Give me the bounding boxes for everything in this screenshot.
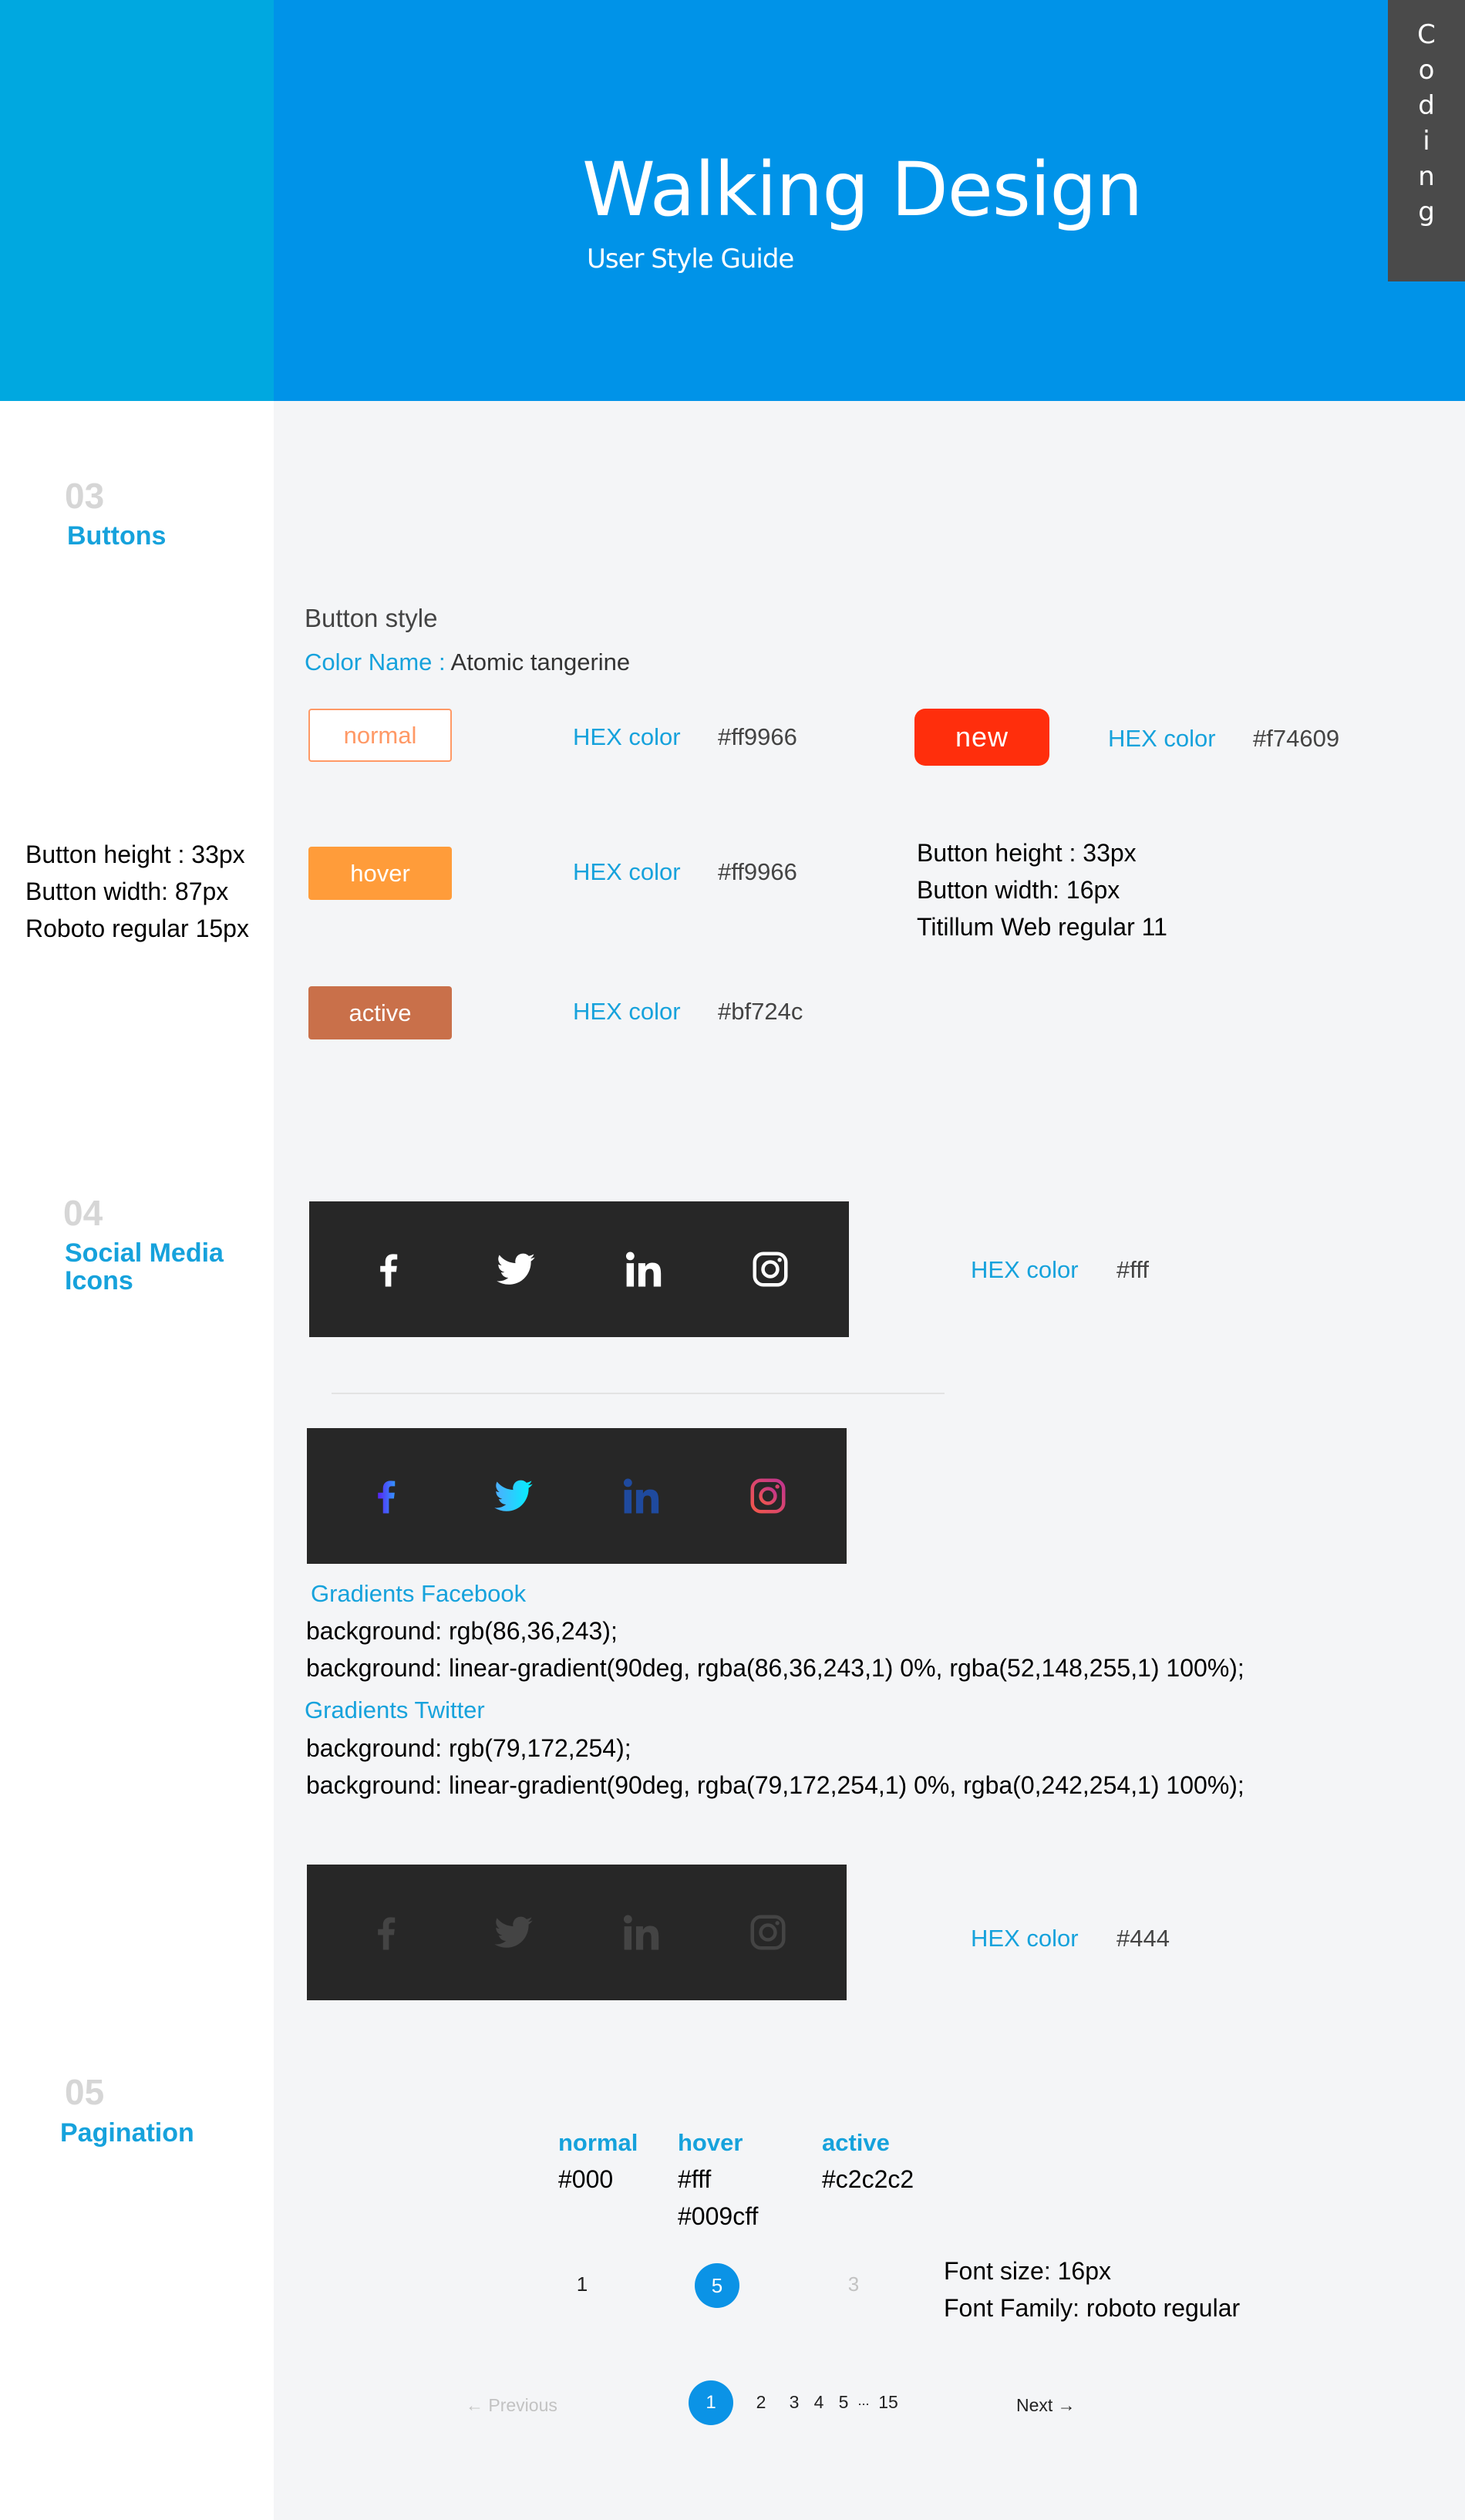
hex-value: #f74609 (1253, 725, 1340, 752)
state-label-normal: normal (558, 2129, 638, 2156)
state-label-hover: hover (678, 2129, 743, 2156)
coding-letter: C (1417, 19, 1436, 50)
hex-label: HEX color (573, 723, 681, 750)
section-title: Social Media Icons (65, 1239, 224, 1295)
spec-line: Titillum Web regular 11 (917, 913, 1167, 941)
linkedin-icon[interactable] (620, 1475, 662, 1517)
hex-label: HEX color (971, 1256, 1079, 1283)
social-bar-dark (307, 1865, 847, 2000)
state-value-normal: #000 (558, 2165, 614, 2193)
hex-value: #fff (1116, 1256, 1149, 1283)
color-name-label: Color Name : (305, 649, 446, 675)
right-button-specs: Button height : 33px Button width: 16px … (917, 834, 1167, 945)
coding-letter: d (1418, 90, 1435, 121)
header-left-panel (0, 0, 274, 401)
hex-value: #ff9966 (718, 723, 797, 750)
previous-link[interactable]: ← Previous (466, 2395, 557, 2416)
left-column (0, 401, 274, 2520)
facebook-icon[interactable] (365, 1475, 407, 1517)
page-2[interactable]: 2 (752, 2390, 770, 2414)
instagram-icon[interactable] (747, 1912, 789, 1953)
page-demo-active[interactable]: 3 (838, 2269, 869, 2299)
section-title-line: Social Media (65, 1238, 224, 1268)
state-value-hover: #fff (678, 2165, 712, 2193)
hex-label: HEX color (573, 998, 681, 1025)
hex-value: #ff9966 (718, 858, 797, 885)
code-line: background: linear-gradient(90deg, rgba(… (306, 1654, 1244, 1682)
font-size-note: Font size: 16px (944, 2257, 1111, 2285)
gradient-facebook-title: Gradients Facebook (311, 1580, 527, 1607)
page-demo-hover[interactable]: 5 (695, 2263, 739, 2308)
spec-line: Button height : 33px (917, 839, 1137, 867)
hex-label: HEX color (573, 858, 681, 885)
active-button[interactable]: active (308, 986, 452, 1039)
hover-button[interactable]: hover (308, 847, 452, 900)
twitter-icon[interactable] (493, 1912, 534, 1953)
page-5[interactable]: 5 (834, 2390, 853, 2414)
hex-value: #bf724c (718, 998, 803, 1025)
code-line: background: rgb(86,36,243); (306, 1617, 618, 1645)
color-name-value: Atomic tangerine (450, 649, 631, 675)
linkedin-icon[interactable] (620, 1912, 662, 1953)
font-family-note: Font Family: roboto regular (944, 2294, 1241, 2322)
coding-side-tab[interactable]: C o d i n g (1388, 0, 1465, 281)
hex-label: HEX color (1108, 725, 1216, 752)
coding-letter: o (1418, 55, 1435, 86)
next-link[interactable]: Next → (1016, 2395, 1076, 2416)
facebook-icon[interactable] (365, 1912, 407, 1953)
twitter-icon[interactable] (493, 1475, 534, 1517)
twitter-icon[interactable] (495, 1248, 537, 1290)
page-1[interactable]: 1 (689, 2380, 733, 2425)
spec-line: Button width: 87px (25, 878, 229, 905)
linkedin-icon[interactable] (622, 1248, 664, 1290)
page-subtitle: User Style Guide (587, 244, 794, 275)
spec-line: Button width: 16px (917, 876, 1120, 904)
section-number: 03 (65, 476, 105, 516)
coding-letter: n (1418, 161, 1435, 192)
page-3[interactable]: 3 (785, 2390, 803, 2414)
instagram-icon[interactable] (749, 1248, 791, 1290)
instagram-icon[interactable] (747, 1475, 789, 1517)
coding-letter: g (1418, 197, 1435, 227)
left-button-specs: Button height : 33px Button width: 87px … (25, 836, 249, 947)
code-line: background: rgb(79,172,254); (306, 1734, 631, 1762)
code-line: background: linear-gradient(90deg, rgba(… (306, 1771, 1244, 1799)
new-button[interactable]: new (914, 709, 1049, 766)
gradient-twitter-title: Gradients Twitter (305, 1696, 485, 1723)
normal-button[interactable]: normal (308, 709, 452, 762)
divider (332, 1393, 945, 1394)
section-title-line: Icons (65, 1266, 133, 1295)
page-4[interactable]: 4 (810, 2390, 828, 2414)
social-bar-white (309, 1201, 849, 1337)
section-title: Buttons (67, 521, 167, 551)
state-value-active: #c2c2c2 (822, 2165, 914, 2193)
coding-letter: i (1423, 126, 1430, 157)
social-bar-gradient (307, 1428, 847, 1564)
section-number: 04 (63, 1193, 103, 1233)
page-15[interactable]: 15 (874, 2390, 902, 2414)
state-value-hover: #009cff (678, 2202, 759, 2230)
color-name-row: Color Name : Atomic tangerine (305, 649, 630, 676)
page-demo-normal[interactable]: 1 (567, 2269, 598, 2299)
spec-line: Roboto regular 15px (25, 915, 249, 942)
button-style-heading: Button style (305, 604, 438, 632)
state-label-active: active (822, 2129, 890, 2156)
hex-value: #444 (1116, 1925, 1170, 1952)
section-number: 05 (65, 2072, 105, 2112)
section-title: Pagination (60, 2118, 194, 2148)
page-title: Walking Design (582, 147, 1143, 233)
page-ellipsis: ... (857, 2392, 870, 2408)
hex-label: HEX color (971, 1925, 1079, 1952)
spec-line: Button height : 33px (25, 841, 245, 868)
facebook-icon[interactable] (368, 1248, 409, 1290)
